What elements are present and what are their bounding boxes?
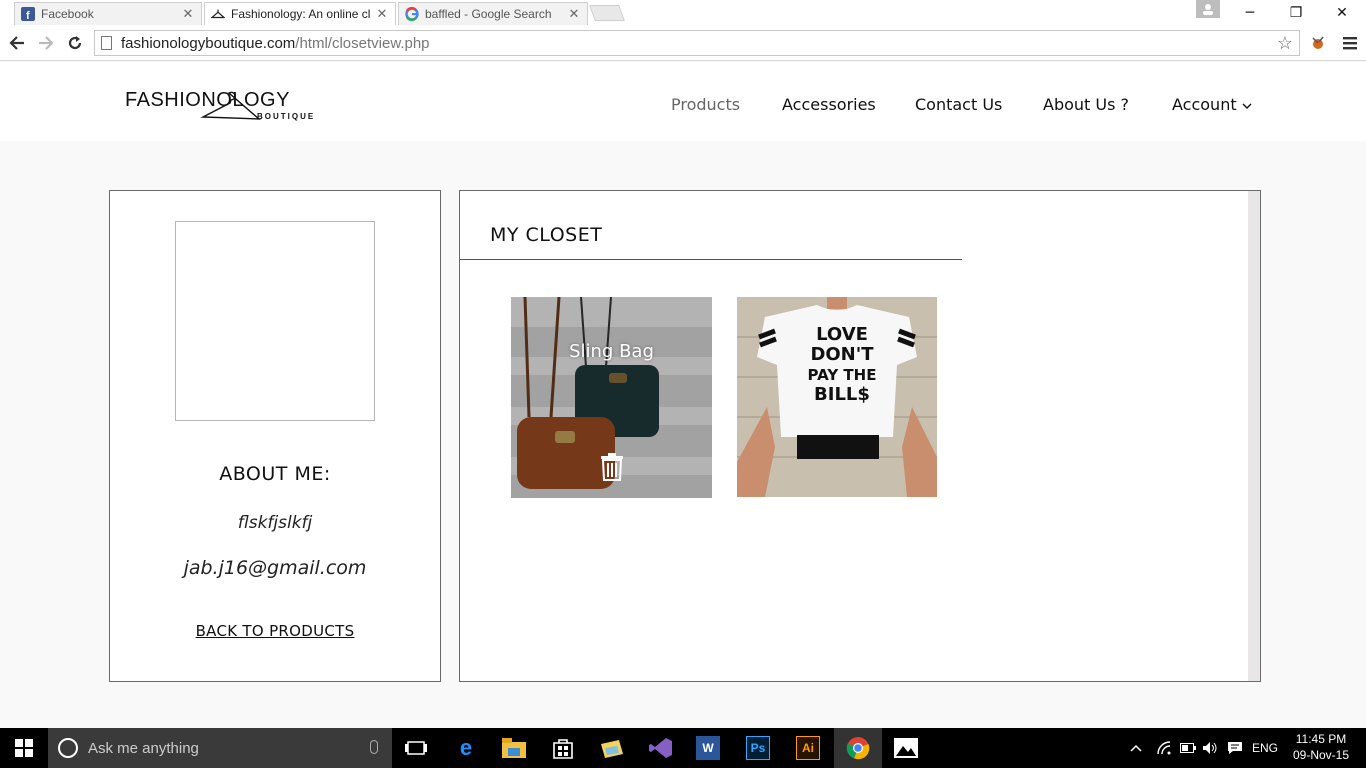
back-arrow-icon[interactable] [5,32,29,54]
nav-account[interactable]: Account [1172,95,1252,114]
url-path: /html/closetview.php [295,34,430,52]
shirt-text-line: PAY THE [807,366,877,384]
avatar [175,221,375,421]
edge-icon[interactable]: e [452,734,480,762]
action-center-icon[interactable] [1227,728,1243,768]
tab-title: Facebook [41,7,94,21]
show-hidden-icons-chevron-icon[interactable] [1130,728,1142,768]
closet-panel: MY CLOSET Sling Bag LOVE DON'T PAY THE B… [459,190,1261,682]
photoshop-icon[interactable]: Ps [746,736,770,760]
scrollbar[interactable] [1248,191,1260,681]
wifi-icon[interactable] [1156,728,1172,768]
site-header: FASHIONOLOGY BOUTIQUE Products Accessori… [0,62,1366,141]
forward-arrow-icon[interactable] [34,32,58,54]
language-indicator[interactable]: ENG [1252,728,1278,768]
nav-account-label: Account [1172,95,1237,114]
nav-contact-us[interactable]: Contact Us [915,95,1002,114]
close-icon[interactable]: ✕ [567,6,581,22]
nav-products[interactable]: Products [671,95,740,114]
trash-icon[interactable] [600,453,624,481]
windows-start-icon[interactable] [0,728,48,768]
tab-fashionology[interactable]: Fashionology: An online cl ✕ [204,2,396,25]
user-profile-icon[interactable] [1196,0,1220,18]
url-domain: fashionologyboutique.com [121,34,296,52]
volume-icon[interactable] [1202,728,1218,768]
user-email: jab.j16@gmail.com [183,557,367,579]
photos-viewer-icon[interactable] [892,734,920,762]
clock-time: 11:45 PM [1295,732,1347,746]
visual-studio-icon[interactable] [647,734,675,762]
word-icon[interactable]: W [696,736,720,760]
browser-tab-strip: f Facebook ✕ Fashionology: An online cl … [0,0,1366,26]
extension-icon[interactable] [1306,32,1330,54]
file-explorer-icon[interactable] [500,734,528,762]
system-clock[interactable]: 11:45 PM 09-Nov-15 [1290,731,1352,763]
cortana-search-box[interactable]: Ask me anything [48,728,392,768]
shirt-text-line: DON'T [810,344,874,365]
illustrator-icon[interactable]: Ai [796,736,820,760]
shirt-print-text: LOVE DON'T PAY THE BILL$ [792,325,892,405]
nav-accessories[interactable]: Accessories [782,95,876,114]
nav-about-us[interactable]: About Us ? [1043,95,1129,114]
task-view-icon[interactable] [402,734,430,762]
hanger-logo-icon [200,91,261,120]
close-window-button[interactable]: ✕ [1319,0,1365,26]
store-icon[interactable] [549,734,577,762]
minimize-button[interactable]: ─ [1227,0,1273,26]
new-tab-button[interactable] [589,5,625,21]
hanger-icon [211,7,225,21]
closet-item-sling-bag[interactable]: Sling Bag [511,297,712,498]
facebook-icon: f [21,7,35,21]
windows-taskbar: Ask me anything e W Ps Ai ENG 11:45 PM 0… [0,728,1366,768]
back-to-products-link[interactable]: BACK TO PRODUCTS [110,622,440,640]
site-logo[interactable]: FASHIONOLOGY BOUTIQUE [125,87,325,127]
about-me-heading: ABOUT ME: [219,463,331,485]
chevron-down-icon [1242,103,1252,109]
bookmark-star-icon[interactable]: ☆ [1277,33,1293,54]
google-icon [405,7,419,21]
closet-title: MY CLOSET [490,224,603,246]
close-icon[interactable]: ✕ [181,6,195,22]
logo-subtext: BOUTIQUE [257,112,316,121]
tab-facebook[interactable]: f Facebook ✕ [14,2,202,25]
shirt-text-line: LOVE [816,324,868,345]
svg-text:f: f [26,10,30,21]
reload-icon[interactable] [63,32,87,54]
browser-toolbar: fashionologyboutique.com/html/closetview… [0,26,1366,61]
shirt-text-line: BILL$ [814,384,870,405]
menu-icon[interactable] [1338,32,1362,54]
photos-app-icon[interactable] [598,734,626,762]
search-placeholder: Ask me anything [88,739,199,757]
tab-google-search[interactable]: baffled - Google Search ✕ [398,2,588,25]
cortana-icon [58,738,78,758]
address-bar[interactable]: fashionologyboutique.com/html/closetview… [94,30,1300,56]
microphone-icon[interactable] [370,740,378,754]
divider [460,259,962,260]
profile-card: ABOUT ME: flskfjslkfj jab.j16@gmail.com … [109,190,441,682]
chrome-icon[interactable] [844,734,872,762]
close-icon[interactable]: ✕ [375,6,389,22]
battery-icon[interactable] [1180,728,1196,768]
tab-title: baffled - Google Search [425,7,552,21]
restore-button[interactable]: ❐ [1273,0,1319,26]
about-me-text: flskfjslkfj [237,513,313,533]
closet-item-shirt[interactable]: LOVE DON'T PAY THE BILL$ [737,297,937,497]
item-label: Sling Bag [569,341,654,362]
page-icon [101,36,112,50]
tab-title: Fashionology: An online cl [231,7,371,21]
clock-date: 09-Nov-15 [1292,748,1350,762]
